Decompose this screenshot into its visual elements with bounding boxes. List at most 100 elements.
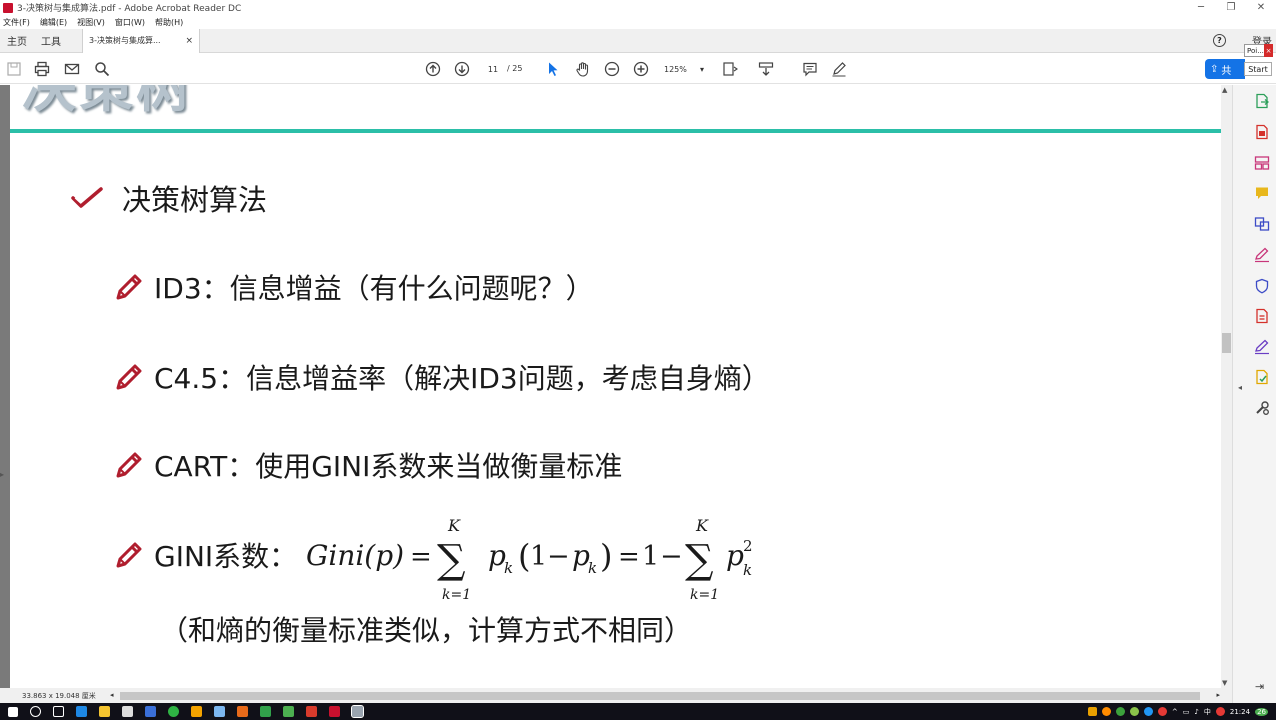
- menu-file[interactable]: 文件(F): [3, 17, 30, 28]
- tab-home[interactable]: 主页: [0, 33, 34, 48]
- scroll-right-icon[interactable]: ▸: [1216, 691, 1220, 699]
- create-pdf-icon[interactable]: [1254, 124, 1270, 140]
- app-green-icon[interactable]: [260, 706, 271, 717]
- tray-red-icon[interactable]: [1157, 707, 1167, 716]
- menu-window[interactable]: 窗口(W): [115, 17, 145, 28]
- page-number-input[interactable]: [480, 62, 506, 76]
- left-panel-toggle-icon[interactable]: ▸: [0, 470, 4, 479]
- highlight-pen-icon[interactable]: [831, 61, 847, 77]
- bullet-cart-text: CART：使用GINI系数来当做衡量标准: [154, 450, 623, 483]
- app-green-circle-icon[interactable]: [168, 706, 179, 717]
- compress-pdf-icon[interactable]: [1254, 308, 1270, 324]
- title-bar: 3-决策树与集成算法.pdf - Adobe Acrobat Reader DC…: [0, 0, 1276, 15]
- maximize-button[interactable]: ❐: [1216, 0, 1246, 15]
- app-green-square-icon[interactable]: [283, 706, 294, 717]
- export-pdf-icon[interactable]: [1254, 93, 1270, 109]
- share-button[interactable]: ⇪ 共: [1205, 59, 1245, 79]
- organize-pages-icon[interactable]: [1254, 155, 1270, 171]
- network-icon[interactable]: ▭: [1183, 708, 1190, 716]
- print-icon[interactable]: [34, 61, 50, 77]
- mail-icon[interactable]: [122, 706, 133, 717]
- app-blue-icon[interactable]: [145, 706, 156, 717]
- right-tools-panel: ◂ ⇥: [1232, 85, 1276, 703]
- collapse-panel-icon[interactable]: ◂: [1238, 383, 1242, 392]
- app-lightblue-icon[interactable]: [214, 706, 225, 717]
- help-icon[interactable]: ?: [1213, 34, 1226, 47]
- app-active-icon[interactable]: [351, 705, 364, 718]
- formula-sub-2: k: [588, 559, 597, 577]
- edit-pdf-icon[interactable]: [1254, 339, 1270, 355]
- search-icon[interactable]: [94, 61, 110, 77]
- formula-one: 1: [530, 541, 547, 572]
- tray-blue-icon[interactable]: [1143, 707, 1153, 716]
- document-view[interactable]: ▸ 决策树 决策树算法 ID3：信息增益（有什么问题呢？） C4.5：信息增益率…: [0, 85, 1232, 688]
- pencil-icon: [116, 542, 142, 568]
- horizontal-scrollbar[interactable]: ◂ ▸: [110, 691, 1232, 701]
- menu-edit[interactable]: 编辑(E): [40, 17, 67, 28]
- poi-close-icon[interactable]: ×: [1264, 44, 1273, 57]
- vertical-scroll-thumb[interactable]: [1222, 333, 1231, 353]
- combine-files-icon[interactable]: [1254, 216, 1270, 232]
- scroll-left-icon[interactable]: ◂: [110, 691, 114, 699]
- zoom-in-icon[interactable]: [633, 61, 649, 77]
- close-window-button[interactable]: ✕: [1246, 0, 1276, 15]
- volume-icon[interactable]: ♪: [1194, 708, 1198, 716]
- scroll-up-icon[interactable]: ▲: [1222, 86, 1227, 94]
- tab-bar: 主页 工具 3-决策树与集成算... × ? 登录: [0, 28, 1276, 53]
- horizontal-scroll-thumb[interactable]: [120, 691, 1200, 700]
- input-language[interactable]: 中: [1204, 707, 1211, 717]
- formula-one-2: 1: [642, 541, 659, 572]
- notification-badge[interactable]: 26: [1255, 707, 1268, 716]
- hand-tool-icon[interactable]: [575, 61, 591, 77]
- folder-icon[interactable]: [191, 706, 202, 717]
- comment-icon[interactable]: [802, 61, 818, 77]
- fill-sign-icon[interactable]: [1254, 247, 1270, 263]
- expand-panel-icon[interactable]: ⇥: [1255, 680, 1264, 693]
- vertical-scrollbar[interactable]: ▲ ▼: [1221, 85, 1232, 688]
- tray-green-icon[interactable]: [1115, 707, 1125, 716]
- close-tab-icon[interactable]: ×: [185, 36, 193, 46]
- clock-time[interactable]: 21:24: [1230, 708, 1250, 716]
- tray-orange-icon[interactable]: [1101, 707, 1111, 716]
- edge-browser-icon[interactable]: [76, 706, 87, 717]
- app-orange-icon[interactable]: [237, 706, 248, 717]
- send-for-review-icon[interactable]: [1254, 369, 1270, 385]
- menu-view[interactable]: 视图(V): [77, 17, 105, 28]
- tab-document[interactable]: 3-决策树与集成算... ×: [82, 28, 200, 53]
- acrobat-taskbar-icon[interactable]: [329, 706, 340, 717]
- zoom-level-value: 125%: [664, 64, 687, 74]
- formula-sum-bottom-2: k=1: [690, 587, 719, 603]
- menu-help[interactable]: 帮助(H): [155, 17, 183, 28]
- select-cursor-icon[interactable]: [545, 61, 561, 77]
- protect-shield-icon[interactable]: [1254, 278, 1270, 294]
- task-view-icon[interactable]: [53, 706, 64, 717]
- title-divider: [10, 129, 1221, 133]
- scrolling-mode-icon[interactable]: [758, 61, 774, 77]
- start-overlay-button[interactable]: Start: [1244, 62, 1272, 76]
- email-icon[interactable]: [64, 61, 80, 77]
- tab-tools[interactable]: 工具: [34, 33, 68, 48]
- scroll-down-icon[interactable]: ▼: [1222, 679, 1227, 687]
- gini-note: （和熵的衡量标准类似，计算方式不相同）: [160, 614, 693, 647]
- window-title: 3-决策树与集成算法.pdf - Adobe Acrobat Reader DC: [17, 4, 242, 14]
- formula-sub-3: k: [743, 561, 752, 579]
- save-icon[interactable]: [6, 61, 22, 77]
- app-red-icon[interactable]: [306, 706, 317, 717]
- tray-up-arrow-icon[interactable]: ^: [1172, 708, 1178, 716]
- search-circle-icon[interactable]: [30, 706, 41, 717]
- minimize-button[interactable]: ─: [1186, 0, 1216, 15]
- ime-s-icon[interactable]: [1215, 707, 1225, 716]
- formula-sigma-1: ∑: [437, 537, 466, 583]
- bullet-c45-text: C4.5：信息增益率（解决ID3问题，考虑自身熵）: [154, 362, 770, 395]
- comment-tool-icon[interactable]: [1254, 185, 1270, 201]
- more-tools-icon[interactable]: [1254, 400, 1270, 416]
- next-page-icon[interactable]: [454, 61, 470, 77]
- tray-app-icon[interactable]: [1087, 707, 1097, 716]
- zoom-level-select[interactable]: 125% ▾: [660, 61, 708, 77]
- zoom-out-icon[interactable]: [604, 61, 620, 77]
- tray-lime-icon[interactable]: [1129, 707, 1139, 716]
- start-windows-icon[interactable]: [8, 706, 18, 717]
- previous-page-icon[interactable]: [425, 61, 441, 77]
- file-explorer-icon[interactable]: [99, 706, 110, 717]
- page-fit-icon[interactable]: [722, 61, 738, 77]
